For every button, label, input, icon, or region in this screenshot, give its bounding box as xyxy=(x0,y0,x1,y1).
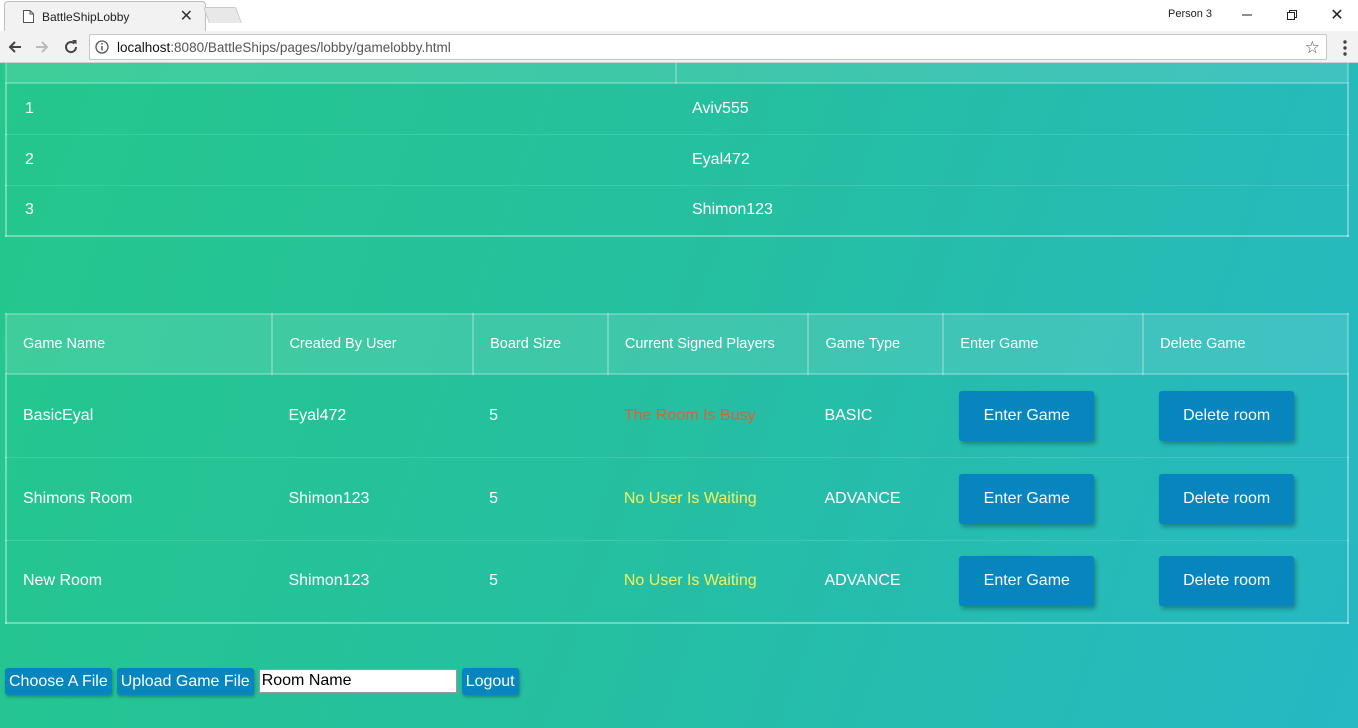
restore-icon[interactable] xyxy=(1281,4,1303,26)
url-path: :8080/BattleShips/pages/lobby/gamelobby.… xyxy=(170,40,451,55)
document-icon xyxy=(23,10,34,23)
delete-cell: Delete room xyxy=(1143,540,1348,623)
game-creator: Shimon123 xyxy=(288,572,370,590)
header-game-type: Game Type xyxy=(807,313,945,375)
header-created-by: Created By User xyxy=(271,313,475,375)
header-signed-players: Current Signed Players xyxy=(606,313,810,375)
profile-name[interactable]: Person 3 xyxy=(1168,8,1212,20)
bookmark-star-icon[interactable]: ☆ xyxy=(1305,38,1320,58)
user-name: Eyal472 xyxy=(676,134,1348,186)
online-users-table: 1 Aviv555 2 Eyal472 3 Shimon123 xyxy=(5,63,1349,237)
table-row: 3 Shimon123 xyxy=(6,185,1348,236)
board-size: 5 xyxy=(473,457,608,541)
header-board-size: Board Size xyxy=(472,313,609,375)
enter-game-button[interactable]: Enter Game xyxy=(959,556,1095,607)
game-type: ADVANCE xyxy=(824,572,901,590)
user-number: 3 xyxy=(25,201,34,219)
back-arrow-icon[interactable] xyxy=(6,38,24,56)
lobby-controls: Choose A File Upload Game File Logout xyxy=(5,667,524,695)
delete-room-button[interactable]: Delete room xyxy=(1159,473,1295,524)
header-delete-game: Delete Game xyxy=(1142,313,1349,375)
header-game-name: Game Name xyxy=(4,313,274,375)
table-row: 2 Eyal472 xyxy=(6,134,1348,186)
info-icon[interactable] xyxy=(95,40,109,54)
lobby-page: 1 Aviv555 2 Eyal472 3 Shimon123 Game Nam… xyxy=(0,63,1358,728)
user-name: Aviv555 xyxy=(676,83,1348,135)
game-creator: Eyal472 xyxy=(272,374,474,458)
game-type: ADVANCE xyxy=(808,457,944,541)
game-name: BasicEyal xyxy=(6,374,273,458)
table-row: New Room Shimon123 5 No User Is Waiting … xyxy=(6,540,1348,623)
delete-cell: Delete room xyxy=(1143,457,1348,541)
enter-cell: Enter Game xyxy=(943,457,1144,541)
user-number: 2 xyxy=(6,134,676,186)
table-row: Shimons Room Shimon123 5 No User Is Wait… xyxy=(6,457,1348,541)
upload-game-file-button[interactable]: Upload Game File xyxy=(116,667,254,695)
header-enter-game: Enter Game xyxy=(942,313,1145,375)
games-table: Game Name Created By User Board Size Cur… xyxy=(4,313,1349,624)
room-status: The Room Is Busy xyxy=(607,374,809,458)
minimize-icon[interactable] xyxy=(1236,4,1258,26)
users-header-cell xyxy=(5,63,677,84)
user-name: Shimon123 xyxy=(692,201,773,219)
enter-game-button[interactable]: Enter Game xyxy=(959,390,1095,441)
reload-icon[interactable] xyxy=(62,38,80,56)
tab-title: BattleShipLobby xyxy=(42,10,130,24)
close-tab-icon[interactable]: ✕ xyxy=(180,6,193,26)
users-table-header xyxy=(5,63,1349,84)
enter-game-button[interactable]: Enter Game xyxy=(959,473,1095,524)
browser-titlebar: BattleShipLobby ✕ Person 3 ✕ xyxy=(0,0,1358,31)
user-number: 1 xyxy=(6,83,676,135)
board-size: 5 xyxy=(473,374,608,458)
game-name: Shimons Room xyxy=(6,457,273,541)
new-tab-button[interactable] xyxy=(203,7,242,23)
browser-toolbar: localhost:8080/BattleShips/pages/lobby/g… xyxy=(0,31,1358,63)
room-status: No User Is Waiting xyxy=(607,457,809,541)
game-type: BASIC xyxy=(808,374,944,458)
delete-room-button[interactable]: Delete room xyxy=(1159,390,1295,441)
board-size: 5 xyxy=(489,572,499,590)
forward-arrow-icon[interactable] xyxy=(33,38,51,56)
browser-tab[interactable]: BattleShipLobby ✕ xyxy=(4,1,206,31)
browser-menu-icon[interactable] xyxy=(1340,39,1350,57)
room-status: No User Is Waiting xyxy=(623,572,757,590)
game-creator: Shimon123 xyxy=(272,457,474,541)
url-host: localhost xyxy=(117,40,171,55)
game-name: New Room xyxy=(23,572,103,590)
url-text: localhost:8080/BattleShips/pages/lobby/g… xyxy=(117,40,451,55)
address-bar[interactable]: localhost:8080/BattleShips/pages/lobby/g… xyxy=(89,34,1327,60)
delete-cell: Delete room xyxy=(1143,374,1348,458)
enter-cell: Enter Game xyxy=(943,374,1144,458)
logout-button[interactable]: Logout xyxy=(461,667,519,695)
table-row: 1 Aviv555 xyxy=(6,83,1348,135)
delete-room-button[interactable]: Delete room xyxy=(1159,556,1295,607)
choose-file-button[interactable]: Choose A File xyxy=(5,667,112,695)
table-row: BasicEyal Eyal472 5 The Room Is Busy BAS… xyxy=(6,374,1348,458)
games-table-header: Game Name Created By User Board Size Cur… xyxy=(4,313,1349,375)
room-name-input[interactable] xyxy=(258,669,457,693)
close-window-icon[interactable]: ✕ xyxy=(1326,4,1348,26)
enter-cell: Enter Game xyxy=(943,540,1143,623)
users-header-cell xyxy=(675,63,1349,84)
